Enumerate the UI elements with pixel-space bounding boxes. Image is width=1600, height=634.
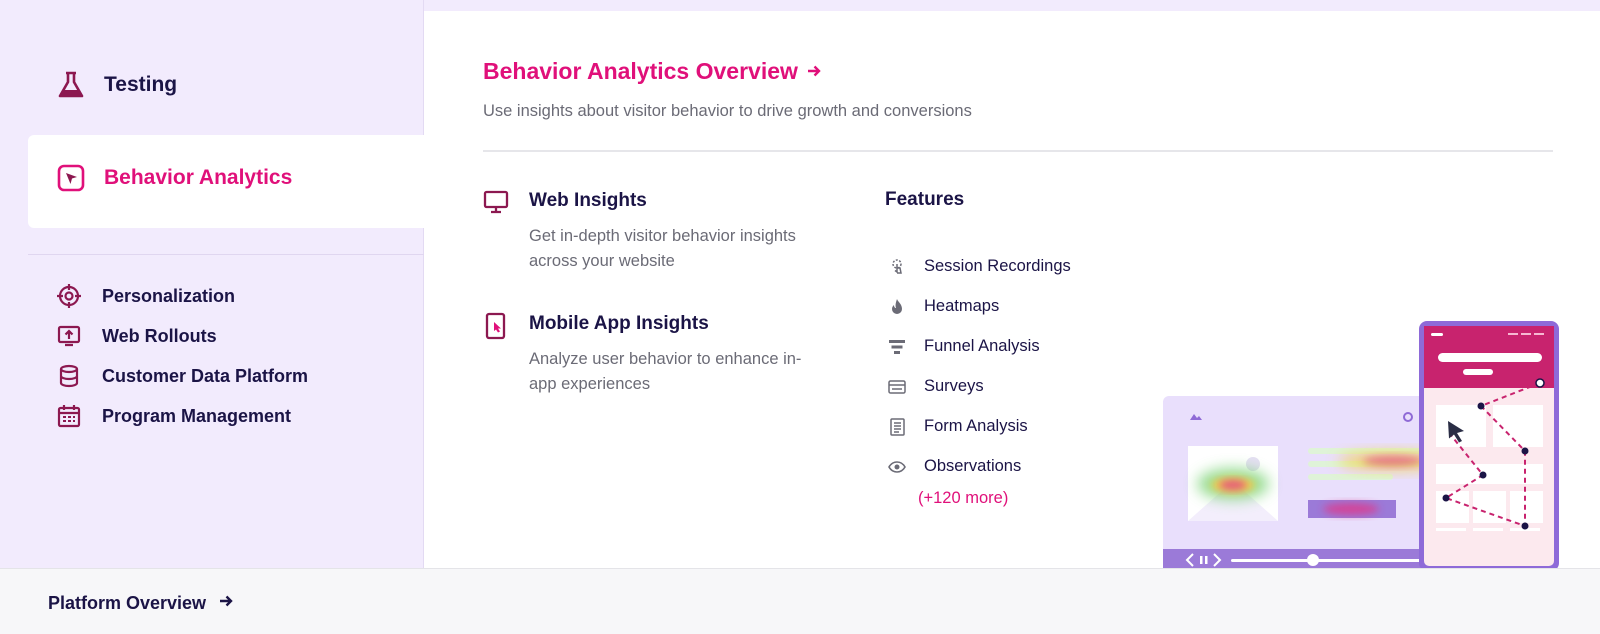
- feature-label: Surveys: [924, 377, 984, 395]
- arrow-right-icon: [218, 593, 234, 614]
- behavior-analytics-illustration: [1163, 321, 1559, 568]
- feature-heatmaps[interactable]: Heatmaps: [888, 297, 999, 316]
- footer: Platform Overview: [0, 568, 1600, 634]
- form-icon: [888, 417, 906, 436]
- mobile-tap-icon: [483, 312, 509, 340]
- feature-funnel-analysis[interactable]: Funnel Analysis: [888, 337, 1040, 356]
- section-divider: [483, 150, 1553, 152]
- nav-item-behavior-analytics[interactable]: Behavior Analytics: [28, 135, 424, 228]
- sidebar-divider: [28, 254, 424, 255]
- survey-card-icon: [888, 378, 906, 396]
- upload-monitor-icon: [56, 323, 82, 349]
- nav-item-label: Personalization: [102, 285, 236, 306]
- nav-item-label: Behavior Analytics: [104, 166, 293, 189]
- product-mobile-app-insights[interactable]: Mobile App Insights Analyze user behavio…: [483, 312, 819, 397]
- nav-item-personalization[interactable]: Personalization: [56, 283, 235, 309]
- flask-icon: [56, 70, 86, 100]
- product-title: Web Insights: [529, 190, 647, 211]
- features-title: Features: [885, 189, 965, 210]
- database-icon: [56, 363, 82, 389]
- feature-label: Form Analysis: [924, 417, 1028, 435]
- feature-observations[interactable]: Observations: [888, 457, 1021, 476]
- target-icon: [56, 283, 82, 309]
- footer-link-label: Platform Overview: [48, 593, 207, 613]
- tap-gesture-icon: [888, 258, 906, 276]
- nav-item-program-management[interactable]: Program Management: [56, 403, 291, 429]
- product-web-insights[interactable]: Web Insights Get in-depth visitor behavi…: [483, 189, 819, 274]
- nav-item-testing[interactable]: Testing: [56, 70, 177, 100]
- overview-link[interactable]: Behavior Analytics Overview: [483, 58, 822, 85]
- funnel-icon: [888, 338, 906, 356]
- product-description: Analyze user behavior to enhance in-app …: [529, 350, 802, 393]
- product-title: Mobile App Insights: [529, 313, 709, 334]
- platform-overview-link[interactable]: Platform Overview: [48, 593, 234, 614]
- eye-icon: [888, 458, 906, 476]
- feature-form-analysis[interactable]: Form Analysis: [888, 417, 1028, 436]
- nav-item-label: Program Management: [102, 405, 292, 426]
- overview-subtitle: Use insights about visitor behavior to d…: [483, 102, 972, 120]
- feature-surveys[interactable]: Surveys: [888, 377, 984, 396]
- nav-item-label: Web Rollouts: [102, 325, 217, 346]
- feature-label: Heatmaps: [924, 297, 1000, 315]
- arrow-right-icon: [806, 58, 822, 85]
- nav-item-label: Testing: [104, 73, 178, 96]
- flame-icon: [888, 298, 906, 316]
- feature-label: Observations: [924, 457, 1022, 475]
- feature-session-recordings[interactable]: Session Recordings: [888, 257, 1071, 276]
- more-features-link[interactable]: (+120 more): [918, 489, 1008, 508]
- nav-item-web-rollouts[interactable]: Web Rollouts: [56, 323, 217, 349]
- product-description: Get in-depth visitor behavior insights a…: [529, 227, 796, 270]
- sidebar: Testing Behavior Analytics Personalizati…: [0, 0, 424, 568]
- monitor-icon: [483, 189, 509, 215]
- nav-item-customer-data-platform[interactable]: Customer Data Platform: [56, 363, 308, 389]
- feature-label: Funnel Analysis: [924, 337, 1040, 355]
- overview-title: Behavior Analytics Overview: [483, 58, 798, 84]
- nav-item-label: Customer Data Platform: [102, 365, 309, 386]
- feature-label: Session Recordings: [924, 257, 1071, 275]
- cursor-click-icon: [56, 163, 86, 193]
- calendar-icon: [56, 403, 82, 429]
- main-panel: Behavior Analytics Overview Use insights…: [424, 11, 1600, 568]
